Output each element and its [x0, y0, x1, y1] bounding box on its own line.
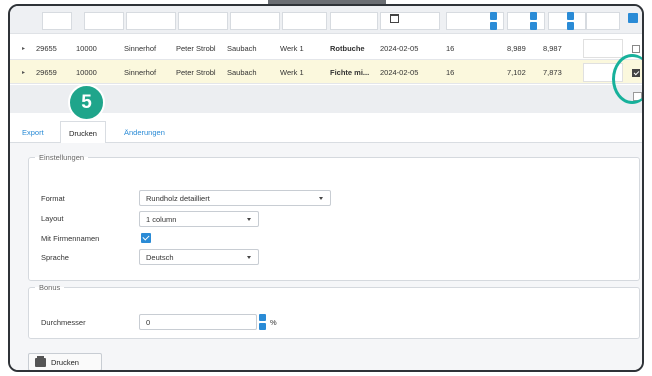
cell-c10: 8,989 — [507, 44, 526, 53]
filter-input-c1[interactable] — [42, 12, 72, 30]
cell-c8: 2024-02-05 — [380, 44, 419, 53]
filter-input-c6[interactable] — [282, 12, 327, 30]
percent-unit: % — [270, 318, 277, 327]
diameter-input[interactable]: 0 — [139, 314, 257, 330]
tab-export[interactable]: Export — [14, 124, 52, 141]
cell-c7: Rotbuche — [330, 44, 365, 53]
format-label: Format — [41, 194, 65, 203]
cell-c3: Sinnerhof — [124, 44, 157, 53]
table-row[interactable]: ▸ 29655 10000 Sinnerhof Peter Strobl Sau… — [10, 36, 642, 60]
filter-input-c7[interactable] — [330, 12, 378, 30]
diameter-label: Durchmesser — [41, 318, 86, 327]
format-select[interactable]: Rundholz detailliert — [139, 190, 331, 206]
highlight-ring — [612, 54, 642, 104]
print-button[interactable]: Drucken — [28, 353, 102, 370]
cell-c11: 7,873 — [543, 68, 562, 77]
settings-legend: Einstellungen — [39, 153, 85, 162]
tab-aenderungen[interactable]: Änderungen — [116, 124, 173, 141]
chevron-down-icon — [247, 256, 251, 259]
select-all-checkbox[interactable] — [628, 13, 638, 23]
bonus-fieldset: Bonus Durchmesser 0 % — [28, 283, 640, 339]
filter-input-date[interactable] — [380, 12, 440, 30]
cell-c1: 29655 — [36, 44, 57, 53]
stepper-icon[interactable] — [567, 12, 574, 30]
chevron-down-icon — [247, 218, 251, 221]
format-value: Rundholz detailliert — [146, 194, 210, 203]
cell-c6: Werk 1 — [280, 44, 304, 53]
cell-c7: Fichte mi... — [330, 68, 370, 77]
filter-input-c3[interactable] — [126, 12, 176, 30]
diameter-value: 0 — [146, 318, 151, 327]
language-select[interactable]: Deutsch — [139, 249, 259, 265]
cell-c4: Peter Strobl — [176, 68, 216, 77]
filter-input-c10[interactable] — [507, 12, 545, 30]
chevron-down-icon — [319, 197, 323, 200]
cell-c1: 29659 — [36, 68, 57, 77]
cell-c9: 16 — [446, 44, 455, 53]
filter-input-c4[interactable] — [178, 12, 228, 30]
cell-c2: 10000 — [76, 44, 97, 53]
layout-label: Layout — [41, 214, 64, 223]
expand-caret-icon[interactable]: ▸ — [22, 69, 25, 76]
layout-select[interactable]: 1 column — [139, 211, 259, 227]
settings-fieldset: Einstellungen Format Rundholz detaillier… — [28, 153, 640, 281]
cell-c3: Sinnerhof — [124, 68, 157, 77]
filter-row — [10, 6, 642, 34]
cell-c9: 16 — [446, 68, 455, 77]
row-checkbox[interactable] — [632, 45, 640, 53]
language-value: Deutsch — [146, 253, 174, 262]
cell-c8: 2024-02-05 — [380, 68, 419, 77]
cell-input[interactable] — [583, 39, 623, 58]
print-button-label: Drucken — [51, 358, 79, 367]
cell-c5: Saubach — [227, 68, 257, 77]
bonus-legend: Bonus — [39, 283, 61, 292]
cell-c5: Saubach — [227, 44, 257, 53]
company-name-checkbox[interactable] — [141, 233, 151, 243]
cell-c10: 7,102 — [507, 68, 526, 77]
tab-bar: Export Drucken Änderungen — [10, 119, 642, 144]
table-row[interactable]: ▸ 29659 10000 Sinnerhof Peter Strobl Sau… — [10, 60, 642, 84]
stepper-icon[interactable] — [490, 12, 497, 30]
layout-value: 1 column — [146, 215, 177, 224]
filter-input-c2[interactable] — [84, 12, 124, 30]
filter-input-c5[interactable] — [230, 12, 280, 30]
tab-drucken[interactable]: Drucken — [60, 121, 106, 144]
cell-c11: 8,987 — [543, 44, 562, 53]
step-badge: 5 — [68, 84, 105, 121]
printer-icon — [35, 356, 46, 367]
stepper-icon[interactable] — [530, 12, 537, 30]
app-screen: ▸ 29655 10000 Sinnerhof Peter Strobl Sau… — [8, 4, 644, 372]
stepper-icon[interactable] — [259, 314, 266, 330]
calendar-icon[interactable] — [390, 14, 399, 23]
language-label: Sprache — [41, 253, 69, 262]
company-name-label: Mit Firmennamen — [41, 234, 100, 243]
print-panel: Einstellungen Format Rundholz detaillier… — [10, 143, 642, 370]
cell-c2: 10000 — [76, 68, 97, 77]
expand-caret-icon[interactable]: ▸ — [22, 45, 25, 52]
filter-select[interactable] — [586, 12, 620, 30]
cell-c6: Werk 1 — [280, 68, 304, 77]
cell-c4: Peter Strobl — [176, 44, 216, 53]
